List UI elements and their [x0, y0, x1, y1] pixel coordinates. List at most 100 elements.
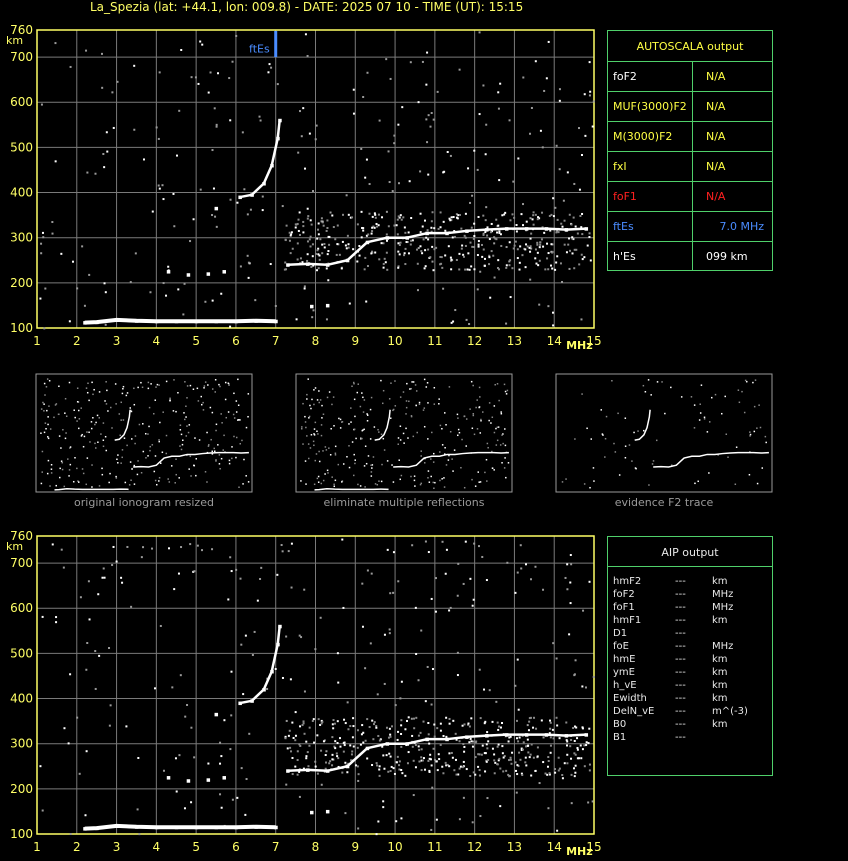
noise-point	[426, 665, 429, 668]
thumb-noise	[76, 420, 78, 422]
noise-point	[545, 77, 548, 80]
noise-point	[529, 753, 532, 756]
noise-point	[324, 754, 327, 757]
noise-point	[493, 772, 496, 775]
thumbnail-frame	[35, 373, 253, 493]
noise-point	[428, 742, 431, 745]
thumb-noise	[748, 473, 751, 476]
aip-title: AIP output	[661, 546, 719, 559]
noise-point	[390, 765, 393, 768]
thumb-noise	[107, 410, 109, 412]
noise-point	[311, 243, 314, 246]
noise-point	[194, 76, 197, 79]
thumb-noise	[341, 420, 344, 423]
aip-value: ---	[675, 576, 686, 587]
thumb-noise	[136, 473, 139, 476]
thumb-noise	[359, 485, 362, 487]
noise-point	[441, 540, 444, 543]
noise-point	[463, 745, 466, 748]
noise-point	[302, 720, 305, 723]
noise-point	[365, 158, 368, 161]
noise-point	[470, 226, 473, 229]
thumb-noise	[110, 406, 112, 409]
noise-point	[356, 765, 359, 768]
noise-point	[362, 731, 365, 734]
thumb-noise	[460, 466, 462, 469]
noise-point	[370, 572, 373, 575]
thumb-noise	[192, 388, 195, 391]
noise-point	[383, 633, 386, 636]
noise-point	[328, 243, 331, 246]
autoscala-title: AUTOSCALA output	[636, 40, 744, 53]
thumb-noise	[231, 457, 233, 460]
noise-point	[458, 213, 461, 216]
noise-point	[69, 833, 72, 836]
noise-point	[473, 235, 476, 238]
thumb-noise	[188, 424, 191, 426]
thumb-noise	[647, 379, 650, 381]
noise-point	[329, 760, 332, 763]
noise-point	[182, 313, 185, 316]
noise-point	[586, 244, 589, 247]
noise-point	[240, 767, 243, 770]
noise-point	[352, 745, 355, 748]
noise-point	[429, 758, 432, 761]
noise-point	[421, 759, 424, 762]
thumb-noise	[337, 463, 340, 466]
noise-point	[534, 565, 537, 568]
noise-point	[331, 758, 334, 761]
noise-point	[209, 71, 212, 74]
y-tick-label: 200	[10, 782, 33, 796]
aip-param: ymE	[613, 667, 635, 678]
thumb-noise	[149, 445, 152, 448]
noise-point	[419, 212, 422, 215]
thumb-noise	[60, 447, 62, 449]
noise-point	[581, 685, 584, 688]
noise-point	[417, 734, 420, 737]
noise-point	[433, 248, 436, 251]
thumb-noise	[350, 407, 352, 409]
noise-point	[111, 564, 114, 567]
trace-point	[222, 776, 226, 780]
thumb-noise	[68, 475, 70, 477]
noise-point	[291, 247, 294, 250]
noise-point	[356, 729, 359, 732]
noise-point	[274, 304, 277, 307]
thumb-noise	[348, 445, 350, 447]
noise-point	[499, 767, 502, 770]
thumb-noise	[49, 428, 52, 430]
noise-point	[497, 725, 500, 728]
thumb-noise	[604, 456, 606, 458]
noise-point	[442, 220, 445, 223]
thumb-noise	[493, 469, 495, 471]
noise-point	[228, 77, 231, 80]
thumb-noise	[74, 416, 76, 419]
thumbnail-1	[35, 373, 253, 493]
noise-point	[573, 775, 576, 778]
noise-point	[527, 751, 530, 754]
noise-point	[464, 268, 467, 271]
thumb-noise	[88, 431, 90, 434]
noise-point	[112, 126, 115, 129]
thumb-noise	[471, 478, 473, 481]
noise-point	[371, 764, 374, 767]
noise-point	[541, 146, 544, 149]
noise-point	[375, 762, 378, 765]
noise-point	[401, 106, 404, 109]
thumb-noise	[324, 446, 327, 448]
noise-point	[301, 724, 304, 727]
noise-point	[453, 769, 456, 772]
noise-point	[401, 772, 404, 775]
noise-point	[471, 194, 474, 197]
thumb-noise	[473, 433, 476, 436]
noise-point	[505, 322, 508, 325]
thumb-noise	[388, 398, 391, 400]
thumb-noise	[47, 416, 49, 418]
noise-point	[436, 90, 439, 93]
noise-point	[142, 158, 145, 161]
noise-point	[435, 760, 438, 763]
noise-point	[442, 734, 445, 737]
thumb-noise	[496, 439, 499, 442]
noise-point	[142, 546, 145, 549]
noise-point	[468, 323, 471, 326]
